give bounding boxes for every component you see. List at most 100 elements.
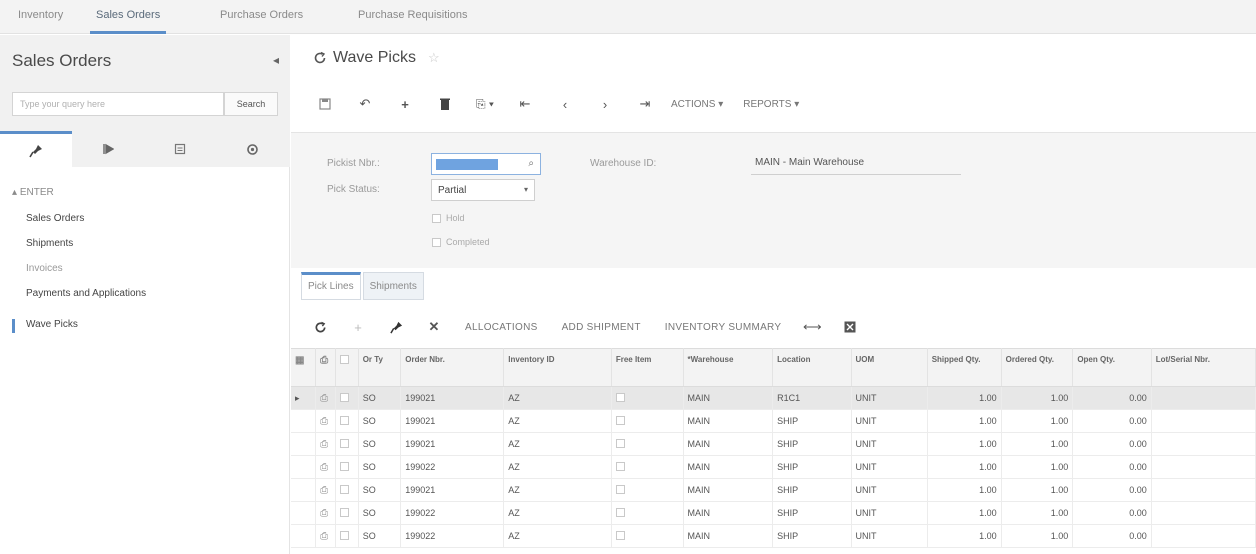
cell-open-qty[interactable]: 0.00 bbox=[1072, 432, 1152, 456]
last-record-button[interactable]: ⇥ bbox=[625, 96, 665, 112]
row-checkbox-cell[interactable] bbox=[335, 386, 359, 410]
cell-free-item[interactable] bbox=[611, 386, 684, 410]
cell-order-nbr[interactable]: 199022 bbox=[400, 524, 505, 548]
table-row[interactable]: ▸ ⎙ SO 199021 AZ MAIN R1C1 UNIT 1.00 1.00 0.00 bbox=[291, 386, 1256, 410]
cell-order-nbr[interactable]: 199021 bbox=[400, 478, 505, 502]
row-selector[interactable] bbox=[291, 409, 317, 433]
cell-uom[interactable]: UNIT bbox=[851, 524, 928, 548]
cell-free-item[interactable] bbox=[611, 455, 684, 479]
cell-ordered-qty[interactable]: 1.00 bbox=[1001, 524, 1074, 548]
table-row[interactable]: ⎙ SO 199021 AZ MAIN SHIP UNIT 1.00 1.00 0.00 bbox=[291, 478, 1256, 502]
sidebar-tab-play[interactable] bbox=[72, 131, 144, 167]
free-item-checkbox[interactable] bbox=[615, 507, 625, 517]
cell-order-nbr[interactable]: 199022 bbox=[400, 501, 505, 525]
col-shipped-qty[interactable]: Shipped Qty. bbox=[927, 348, 1002, 387]
free-item-checkbox[interactable] bbox=[615, 484, 625, 494]
cell-warehouse[interactable]: MAIN bbox=[683, 409, 774, 433]
col-warehouse[interactable]: *Warehouse bbox=[683, 348, 774, 387]
sidebar-tab-doc[interactable] bbox=[144, 131, 216, 167]
cell-location[interactable]: SHIP bbox=[772, 524, 852, 548]
cell-order-type[interactable]: SO bbox=[358, 478, 402, 502]
row-checkbox[interactable] bbox=[340, 530, 350, 540]
cell-lot-serial[interactable] bbox=[1151, 386, 1256, 410]
cell-ordered-qty[interactable]: 1.00 bbox=[1001, 409, 1074, 433]
row-checkbox-cell[interactable] bbox=[335, 432, 359, 456]
col-order-nbr[interactable]: Order Nbr. bbox=[400, 348, 505, 387]
cell-location[interactable]: SHIP bbox=[772, 409, 852, 433]
actions-menu[interactable]: ACTIONS ▾ bbox=[671, 99, 723, 110]
col-free-item[interactable]: Free Item bbox=[611, 348, 684, 387]
cell-uom[interactable]: UNIT bbox=[851, 501, 928, 525]
cell-shipped-qty[interactable]: 1.00 bbox=[927, 409, 1002, 433]
cell-inventory-id[interactable]: AZ bbox=[503, 432, 612, 456]
row-selector[interactable]: ▸ bbox=[291, 386, 317, 410]
sidebar-search-input[interactable]: Type your query here bbox=[12, 92, 224, 116]
select-all-header[interactable] bbox=[335, 348, 359, 387]
cell-order-type[interactable]: SO bbox=[358, 432, 402, 456]
cell-free-item[interactable] bbox=[611, 432, 684, 456]
cell-lot-serial[interactable] bbox=[1151, 432, 1256, 456]
cell-open-qty[interactable]: 0.00 bbox=[1072, 478, 1152, 502]
undo-button[interactable]: ↶ bbox=[345, 96, 385, 112]
row-checkbox[interactable] bbox=[340, 507, 350, 517]
cell-inventory-id[interactable]: AZ bbox=[503, 409, 612, 433]
row-checkbox[interactable] bbox=[340, 484, 350, 494]
free-item-checkbox[interactable] bbox=[615, 438, 625, 448]
grid-edit-button[interactable] bbox=[377, 321, 415, 334]
cell-ordered-qty[interactable]: 1.00 bbox=[1001, 432, 1074, 456]
table-row[interactable]: ⎙ SO 199021 AZ MAIN SHIP UNIT 1.00 1.00 0.00 bbox=[291, 409, 1256, 433]
cell-shipped-qty[interactable]: 1.00 bbox=[927, 478, 1002, 502]
grid-delete-button[interactable]: ✕ bbox=[415, 319, 453, 335]
tab-inventory[interactable]: Inventory bbox=[18, 9, 63, 21]
cell-uom[interactable]: UNIT bbox=[851, 409, 928, 433]
delete-button[interactable] bbox=[425, 98, 465, 110]
row-checkbox-cell[interactable] bbox=[335, 455, 359, 479]
cell-free-item[interactable] bbox=[611, 501, 684, 525]
cell-free-item[interactable] bbox=[611, 478, 684, 502]
cell-shipped-qty[interactable]: 1.00 bbox=[927, 524, 1002, 548]
cell-uom[interactable]: UNIT bbox=[851, 386, 928, 410]
cell-location[interactable]: R1C1 bbox=[772, 386, 852, 410]
sidebar-search-button[interactable]: Search bbox=[224, 92, 278, 116]
previous-record-button[interactable]: ‹ bbox=[545, 97, 585, 112]
cell-order-type[interactable]: SO bbox=[358, 409, 402, 433]
tab-purchase-orders[interactable]: Purchase Orders bbox=[220, 9, 303, 21]
col-inventory-id[interactable]: Inventory ID bbox=[503, 348, 612, 387]
reports-menu[interactable]: REPORTS ▾ bbox=[743, 99, 799, 110]
col-ordered-qty[interactable]: Ordered Qty. bbox=[1001, 348, 1074, 387]
cell-open-qty[interactable]: 0.00 bbox=[1072, 501, 1152, 525]
cell-order-nbr[interactable]: 199021 bbox=[400, 409, 505, 433]
row-checkbox[interactable] bbox=[340, 438, 350, 448]
pick-status-select[interactable]: Partial ▾ bbox=[431, 179, 535, 201]
free-item-checkbox[interactable] bbox=[615, 392, 625, 402]
copy-button[interactable]: ⎘ ▾ bbox=[465, 97, 505, 112]
row-attachment-cell[interactable]: ⎙ bbox=[315, 386, 337, 410]
allocations-button[interactable]: ALLOCATIONS bbox=[465, 322, 538, 333]
row-checkbox[interactable] bbox=[340, 461, 350, 471]
search-icon[interactable]: ⌕ bbox=[528, 158, 534, 169]
tab-pick-lines[interactable]: Pick Lines bbox=[301, 272, 361, 300]
col-location[interactable]: Location bbox=[772, 348, 852, 387]
table-row[interactable]: ⎙ SO 199021 AZ MAIN SHIP UNIT 1.00 1.00 0.00 bbox=[291, 432, 1256, 456]
row-selector[interactable] bbox=[291, 478, 317, 502]
row-checkbox-cell[interactable] bbox=[335, 478, 359, 502]
cell-free-item[interactable] bbox=[611, 409, 684, 433]
cell-lot-serial[interactable] bbox=[1151, 455, 1256, 479]
row-selector[interactable] bbox=[291, 524, 317, 548]
cell-ordered-qty[interactable]: 1.00 bbox=[1001, 455, 1074, 479]
col-lot-serial[interactable]: Lot/Serial Nbr. bbox=[1151, 348, 1256, 387]
cell-location[interactable]: SHIP bbox=[772, 455, 852, 479]
refresh-icon[interactable] bbox=[313, 51, 327, 65]
row-attachment-cell[interactable]: ⎙ bbox=[315, 409, 337, 433]
row-checkbox[interactable] bbox=[340, 415, 350, 425]
hold-checkbox-box[interactable] bbox=[432, 213, 441, 223]
cell-inventory-id[interactable]: AZ bbox=[503, 478, 612, 502]
export-excel-button[interactable] bbox=[831, 321, 869, 333]
table-row[interactable]: ⎙ SO 199022 AZ MAIN SHIP UNIT 1.00 1.00 0.00 bbox=[291, 455, 1256, 479]
completed-checkbox[interactable]: Completed bbox=[432, 237, 490, 247]
cell-location[interactable]: SHIP bbox=[772, 501, 852, 525]
sidebar-tab-settings[interactable] bbox=[216, 131, 288, 167]
cell-shipped-qty[interactable]: 1.00 bbox=[927, 455, 1002, 479]
add-button[interactable]: + bbox=[385, 97, 425, 112]
cell-order-type[interactable]: SO bbox=[358, 386, 402, 410]
